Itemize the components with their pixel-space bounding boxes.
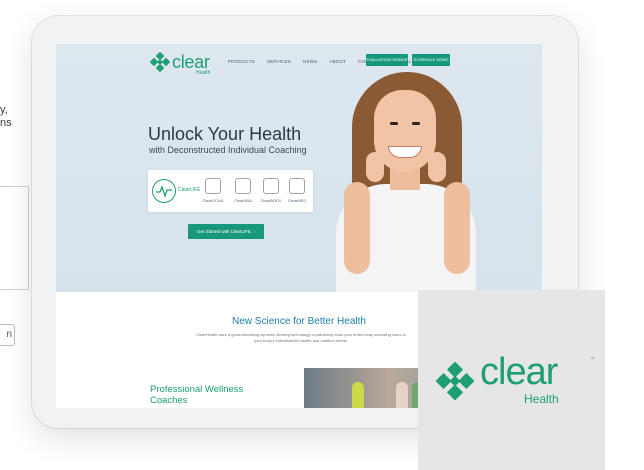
brand-wordmark: clear (480, 351, 558, 393)
clearlife-label: ClearLIFE (178, 187, 201, 193)
left-eye (390, 122, 398, 125)
pro-wellness-title: Professional Wellness Coaches (150, 384, 244, 406)
clover-logo-icon (436, 362, 474, 400)
chevron-right-icon: › (252, 229, 255, 234)
card-label: ClearMED (287, 198, 307, 203)
right-hand (428, 152, 446, 182)
person-figure (396, 382, 408, 408)
cta-label: Get Started with ClearLIFE (197, 229, 251, 234)
brand-logo-panel: clear ™ Health (418, 290, 605, 470)
evaluation-signup-button[interactable]: EVALUATION SIGNUP (366, 54, 408, 66)
left-button[interactable]: n (0, 324, 15, 346)
card-label: ClearBODY (260, 198, 282, 203)
get-started-button[interactable]: Get Started with ClearLIFE › (188, 224, 264, 239)
clearlife-pulse-icon[interactable] (152, 179, 176, 203)
right-arm (444, 182, 470, 274)
site-logo[interactable]: clear Health (150, 52, 210, 76)
hero-woman-image (332, 72, 482, 292)
clover-logo-icon (150, 52, 170, 72)
section-description: ClearHealth uses a groundbreaking dynami… (196, 332, 406, 343)
schedule-demo-button[interactable]: SCHEDULE DEMO (412, 54, 450, 66)
logo-subtitle: Health (196, 70, 211, 76)
nav-item-about[interactable]: ABOUT (329, 59, 346, 64)
nav-item-services[interactable]: SERVICES (267, 59, 291, 64)
right-eye (412, 122, 420, 125)
hero-headline: Unlock Your Health (148, 124, 302, 144)
nav-item-products[interactable]: PRODUCTS (228, 59, 255, 64)
product-cards: ClearLIFE ClearSCAN ClearDNA ClearBODY C… (148, 170, 313, 212)
nav-item-news[interactable]: NEWS (303, 59, 317, 64)
trademark-mark: ™ (590, 356, 594, 361)
left-panel-box (0, 186, 29, 290)
body-icon (263, 178, 279, 194)
left-text-fragment-1: y, (0, 104, 8, 116)
left-arm (344, 182, 370, 274)
card-clearbody[interactable]: ClearBODY (258, 178, 284, 203)
card-clearmed[interactable]: ClearMED (284, 178, 310, 203)
card-clearscan[interactable]: ClearSCAN (200, 178, 226, 203)
hero-section: clear Health PRODUCTS SERVICES NEWS ABOU… (56, 44, 542, 292)
card-label: ClearSCAN (202, 198, 224, 203)
brand-subtitle: Health (524, 392, 559, 406)
left-hand (366, 152, 384, 182)
card-label: ClearDNA (233, 198, 252, 203)
dna-icon (235, 178, 251, 194)
left-text-fragment-2: ns (0, 117, 12, 129)
hero-subheadline: with Deconstructed Individual Coaching (149, 145, 307, 155)
med-icon (289, 178, 305, 194)
logo-wordmark: clear (172, 52, 210, 72)
card-cleardna[interactable]: ClearDNA (230, 178, 256, 203)
scan-icon (205, 178, 221, 194)
person-figure (352, 382, 364, 408)
